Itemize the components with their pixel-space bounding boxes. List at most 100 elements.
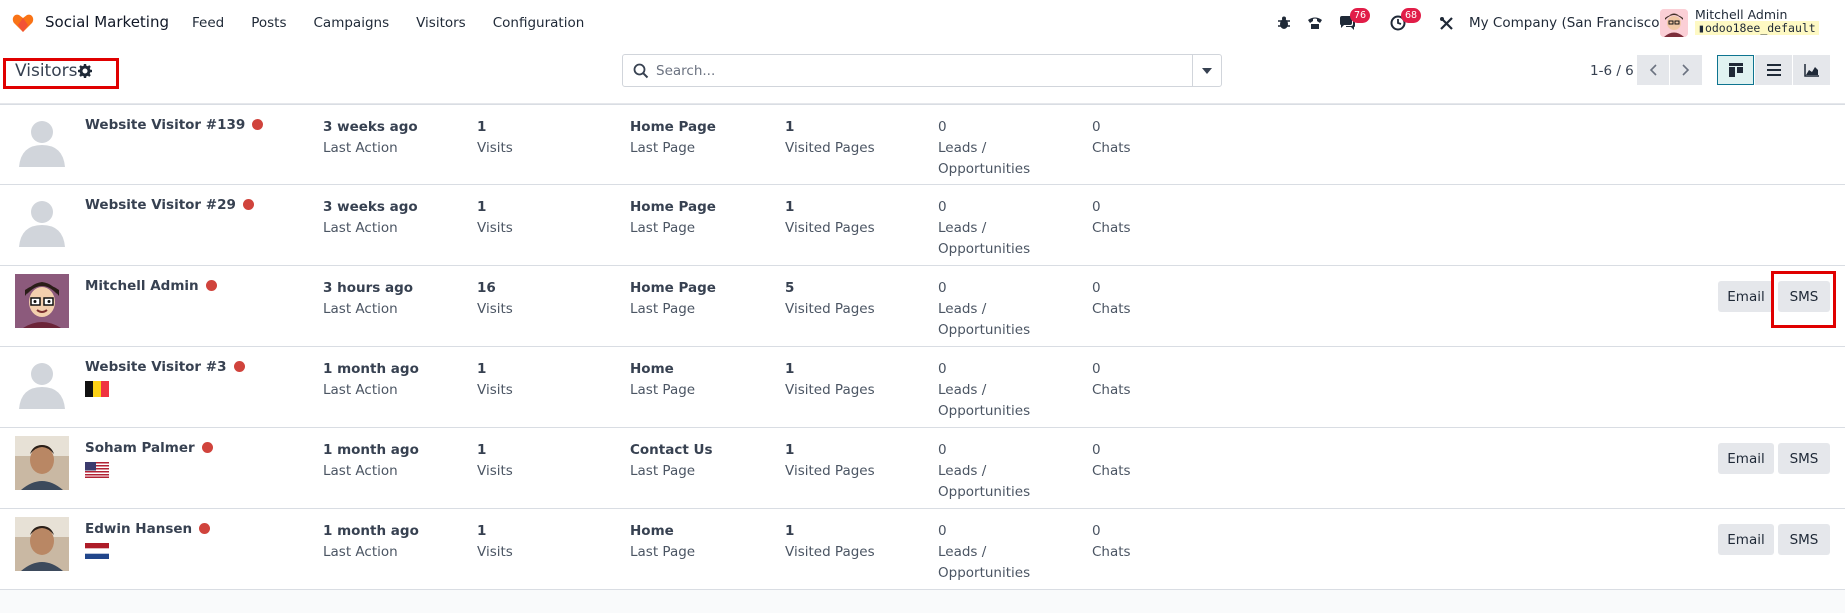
visitor-row[interactable]: Edwin Hansen 1 month ago Last Action 1 Vis… — [0, 509, 1845, 590]
top-navbar: Social Marketing Feed Posts Campaigns Vi… — [0, 0, 1845, 46]
online-status-dot — [201, 442, 213, 453]
chats-value: 0 — [1092, 280, 1101, 296]
search-options-toggle[interactable] — [1192, 55, 1221, 86]
online-status-dot — [252, 119, 264, 130]
menu-item-campaigns[interactable]: Campaigns — [314, 15, 390, 31]
visitor-avatar — [15, 436, 69, 490]
email-button[interactable]: Email — [1718, 281, 1774, 312]
pager-value[interactable]: 1-6 / 6 — [1590, 63, 1634, 79]
kanban-view-button[interactable] — [1717, 55, 1754, 85]
last-action-label: Last Action — [323, 140, 398, 156]
visited-pages-cell: 1 Visited Pages — [785, 359, 875, 401]
menu-item-feed[interactable]: Feed — [192, 15, 224, 31]
gear-icon[interactable] — [78, 64, 92, 78]
phone-icon[interactable] — [1306, 14, 1324, 32]
pager-previous-button[interactable] — [1637, 55, 1669, 85]
visitor-name-wrap: Website Visitor #3 — [85, 359, 245, 375]
last-action-label: Last Action — [323, 544, 398, 560]
visited-pages-label: Visited Pages — [785, 463, 875, 479]
last-action-cell: 1 month ago Last Action — [323, 440, 419, 482]
visits-label: Visits — [477, 140, 513, 156]
visited-pages-value: 1 — [785, 523, 795, 539]
company-switcher[interactable]: My Company (San Francisco) — [1469, 15, 1665, 31]
list-view-button[interactable] — [1755, 55, 1792, 85]
visitor-row[interactable]: Website Visitor #29 3 weeks ago Last Acti… — [0, 185, 1845, 266]
visited-pages-label: Visited Pages — [785, 544, 875, 560]
last-page-cell: Home Page Last Page — [630, 197, 716, 239]
last-page-cell: Home Page Last Page — [630, 117, 716, 159]
leads-label-line2: Opportunities — [938, 484, 1031, 500]
chats-cell: 0 Chats — [1092, 440, 1131, 482]
last-page-label: Last Page — [630, 382, 696, 398]
last-page-cell: Home Last Page — [630, 359, 695, 401]
user-name[interactable]: Mitchell Admin — [1695, 7, 1787, 22]
visits-label: Visits — [477, 301, 513, 317]
menu-item-configuration[interactable]: Configuration — [493, 15, 585, 31]
visited-pages-cell: 5 Visited Pages — [785, 278, 875, 320]
visitor-row[interactable]: Website Visitor #139 3 weeks ago Last Act… — [0, 104, 1845, 185]
visits-value: 16 — [477, 280, 496, 296]
last-action-label: Last Action — [323, 382, 398, 398]
visitor-row[interactable]: Mitchell Admin 3 hours ago Last Action 16… — [0, 266, 1845, 347]
online-status-dot — [242, 199, 254, 210]
visits-label: Visits — [477, 463, 513, 479]
pager-next-button[interactable] — [1670, 55, 1702, 85]
visits-value: 1 — [477, 361, 487, 377]
last-page-value: Home — [630, 361, 674, 377]
debug-bug-icon[interactable] — [1275, 14, 1293, 32]
last-page-label: Last Page — [630, 463, 696, 479]
last-action-cell: 3 weeks ago Last Action — [323, 117, 418, 159]
graph-view-button[interactable] — [1793, 55, 1830, 85]
chats-value: 0 — [1092, 361, 1101, 377]
visits-cell: 1 Visits — [477, 359, 513, 401]
app-name[interactable]: Social Marketing — [45, 13, 169, 31]
last-action-label: Last Action — [323, 220, 398, 236]
leads-cell: 0 Leads / Opportunities — [938, 117, 1030, 180]
visits-value: 1 — [477, 523, 487, 539]
visitor-name-wrap: Website Visitor #29 — [85, 197, 254, 213]
last-action-cell: 3 hours ago Last Action — [323, 278, 413, 320]
search-input[interactable] — [656, 55, 1211, 86]
visitor-name: Edwin Hansen — [85, 521, 193, 537]
sms-button[interactable]: SMS — [1778, 524, 1830, 555]
visitor-name: Website Visitor #3 — [85, 359, 227, 375]
leads-label-line1: Leads / — [938, 140, 987, 156]
messages-icon[interactable]: 76 — [1338, 8, 1371, 32]
caret-down-icon — [1202, 67, 1212, 74]
online-status-dot — [205, 280, 217, 291]
chats-label: Chats — [1092, 140, 1131, 156]
leads-label-line1: Leads / — [938, 220, 987, 236]
app-logo-icon[interactable] — [12, 13, 34, 33]
last-action-label: Last Action — [323, 463, 398, 479]
visitor-row[interactable]: Soham Palmer 1 month ago Last Action 1 Vis… — [0, 428, 1845, 509]
last-action-cell: 3 weeks ago Last Action — [323, 197, 418, 239]
visitor-avatar — [15, 113, 69, 167]
visited-pages-label: Visited Pages — [785, 220, 875, 236]
leads-label-line2: Opportunities — [938, 403, 1031, 419]
menu-item-visitors[interactable]: Visitors — [416, 15, 466, 31]
user-avatar[interactable] — [1660, 9, 1688, 37]
visited-pages-cell: 1 Visited Pages — [785, 197, 875, 239]
visitor-row[interactable]: Website Visitor #3 1 month ago Last Actio… — [0, 347, 1845, 428]
activities-clock-icon[interactable]: 68 — [1389, 8, 1422, 32]
activities-count-badge: 68 — [1401, 8, 1422, 23]
tools-icon[interactable] — [1437, 14, 1455, 32]
email-button[interactable]: Email — [1718, 524, 1774, 555]
online-status-dot — [233, 361, 245, 372]
area-chart-icon — [1804, 63, 1819, 77]
sms-button[interactable]: SMS — [1778, 281, 1830, 312]
visitor-avatar — [15, 274, 69, 328]
chats-cell: 0 Chats — [1092, 521, 1131, 563]
sms-button[interactable]: SMS — [1778, 443, 1830, 474]
chats-cell: 0 Chats — [1092, 197, 1131, 239]
usa-flag-icon — [85, 462, 109, 478]
visits-label: Visits — [477, 220, 513, 236]
menu-item-posts[interactable]: Posts — [251, 15, 286, 31]
leads-label-line1: Leads / — [938, 544, 987, 560]
page-title[interactable]: Visitors — [15, 61, 77, 81]
visitor-avatar — [15, 355, 69, 409]
chevron-right-icon — [1682, 64, 1690, 76]
database-label: odoo18ee_default — [1704, 21, 1816, 35]
visits-cell: 1 Visits — [477, 521, 513, 563]
email-button[interactable]: Email — [1718, 443, 1774, 474]
